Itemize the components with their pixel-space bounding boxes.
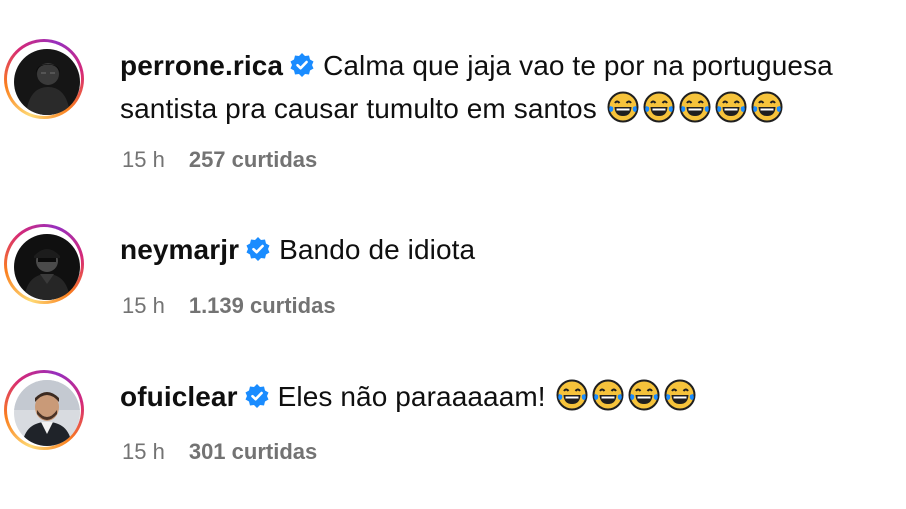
comment-text: Eles não paraaaaam! xyxy=(277,381,546,412)
tears-of-joy-emoji-icon xyxy=(643,91,675,134)
avatar-image xyxy=(14,234,80,300)
avatar-story-ring[interactable] xyxy=(4,224,84,304)
comment-text-continued: santista pra causar tumulto em santos xyxy=(120,93,597,124)
comment-likes[interactable]: 257 curtidas xyxy=(189,147,317,172)
verified-badge-icon xyxy=(245,233,271,273)
verified-badge-icon xyxy=(244,380,270,420)
tears-of-joy-emoji-icon xyxy=(607,91,639,134)
comment-username[interactable]: ofuiclear xyxy=(120,381,238,412)
comment-time[interactable]: 15 h xyxy=(122,147,165,172)
comment-text: Calma que jaja vao te por na portuguesa xyxy=(323,50,833,81)
tears-of-joy-emoji-icon xyxy=(556,379,588,422)
comment-username[interactable]: perrone.rica xyxy=(120,50,283,81)
comment-username[interactable]: neymarjr xyxy=(120,234,239,265)
tears-of-joy-emoji-icon xyxy=(628,379,660,422)
comment-likes[interactable]: 1.139 curtidas xyxy=(189,293,336,318)
avatar[interactable] xyxy=(14,380,80,446)
emoji-group xyxy=(546,379,696,412)
tears-of-joy-emoji-icon xyxy=(715,91,747,134)
avatar[interactable] xyxy=(14,49,80,115)
tears-of-joy-emoji-icon xyxy=(751,91,783,134)
avatar-story-ring[interactable] xyxy=(4,39,84,119)
avatar-image xyxy=(14,380,80,446)
avatar-image xyxy=(14,49,80,115)
comment-time[interactable]: 15 h xyxy=(122,439,165,464)
avatar[interactable] xyxy=(14,234,80,300)
verified-badge-icon xyxy=(289,49,315,89)
comment-likes[interactable]: 301 curtidas xyxy=(189,439,317,464)
tears-of-joy-emoji-icon xyxy=(592,379,624,422)
comment-time[interactable]: 15 h xyxy=(122,293,165,318)
emoji-group xyxy=(597,91,783,124)
tears-of-joy-emoji-icon xyxy=(664,379,696,422)
tears-of-joy-emoji-icon xyxy=(679,91,711,134)
comment-text: Bando de idiota xyxy=(279,234,476,265)
avatar-story-ring[interactable] xyxy=(4,370,84,450)
